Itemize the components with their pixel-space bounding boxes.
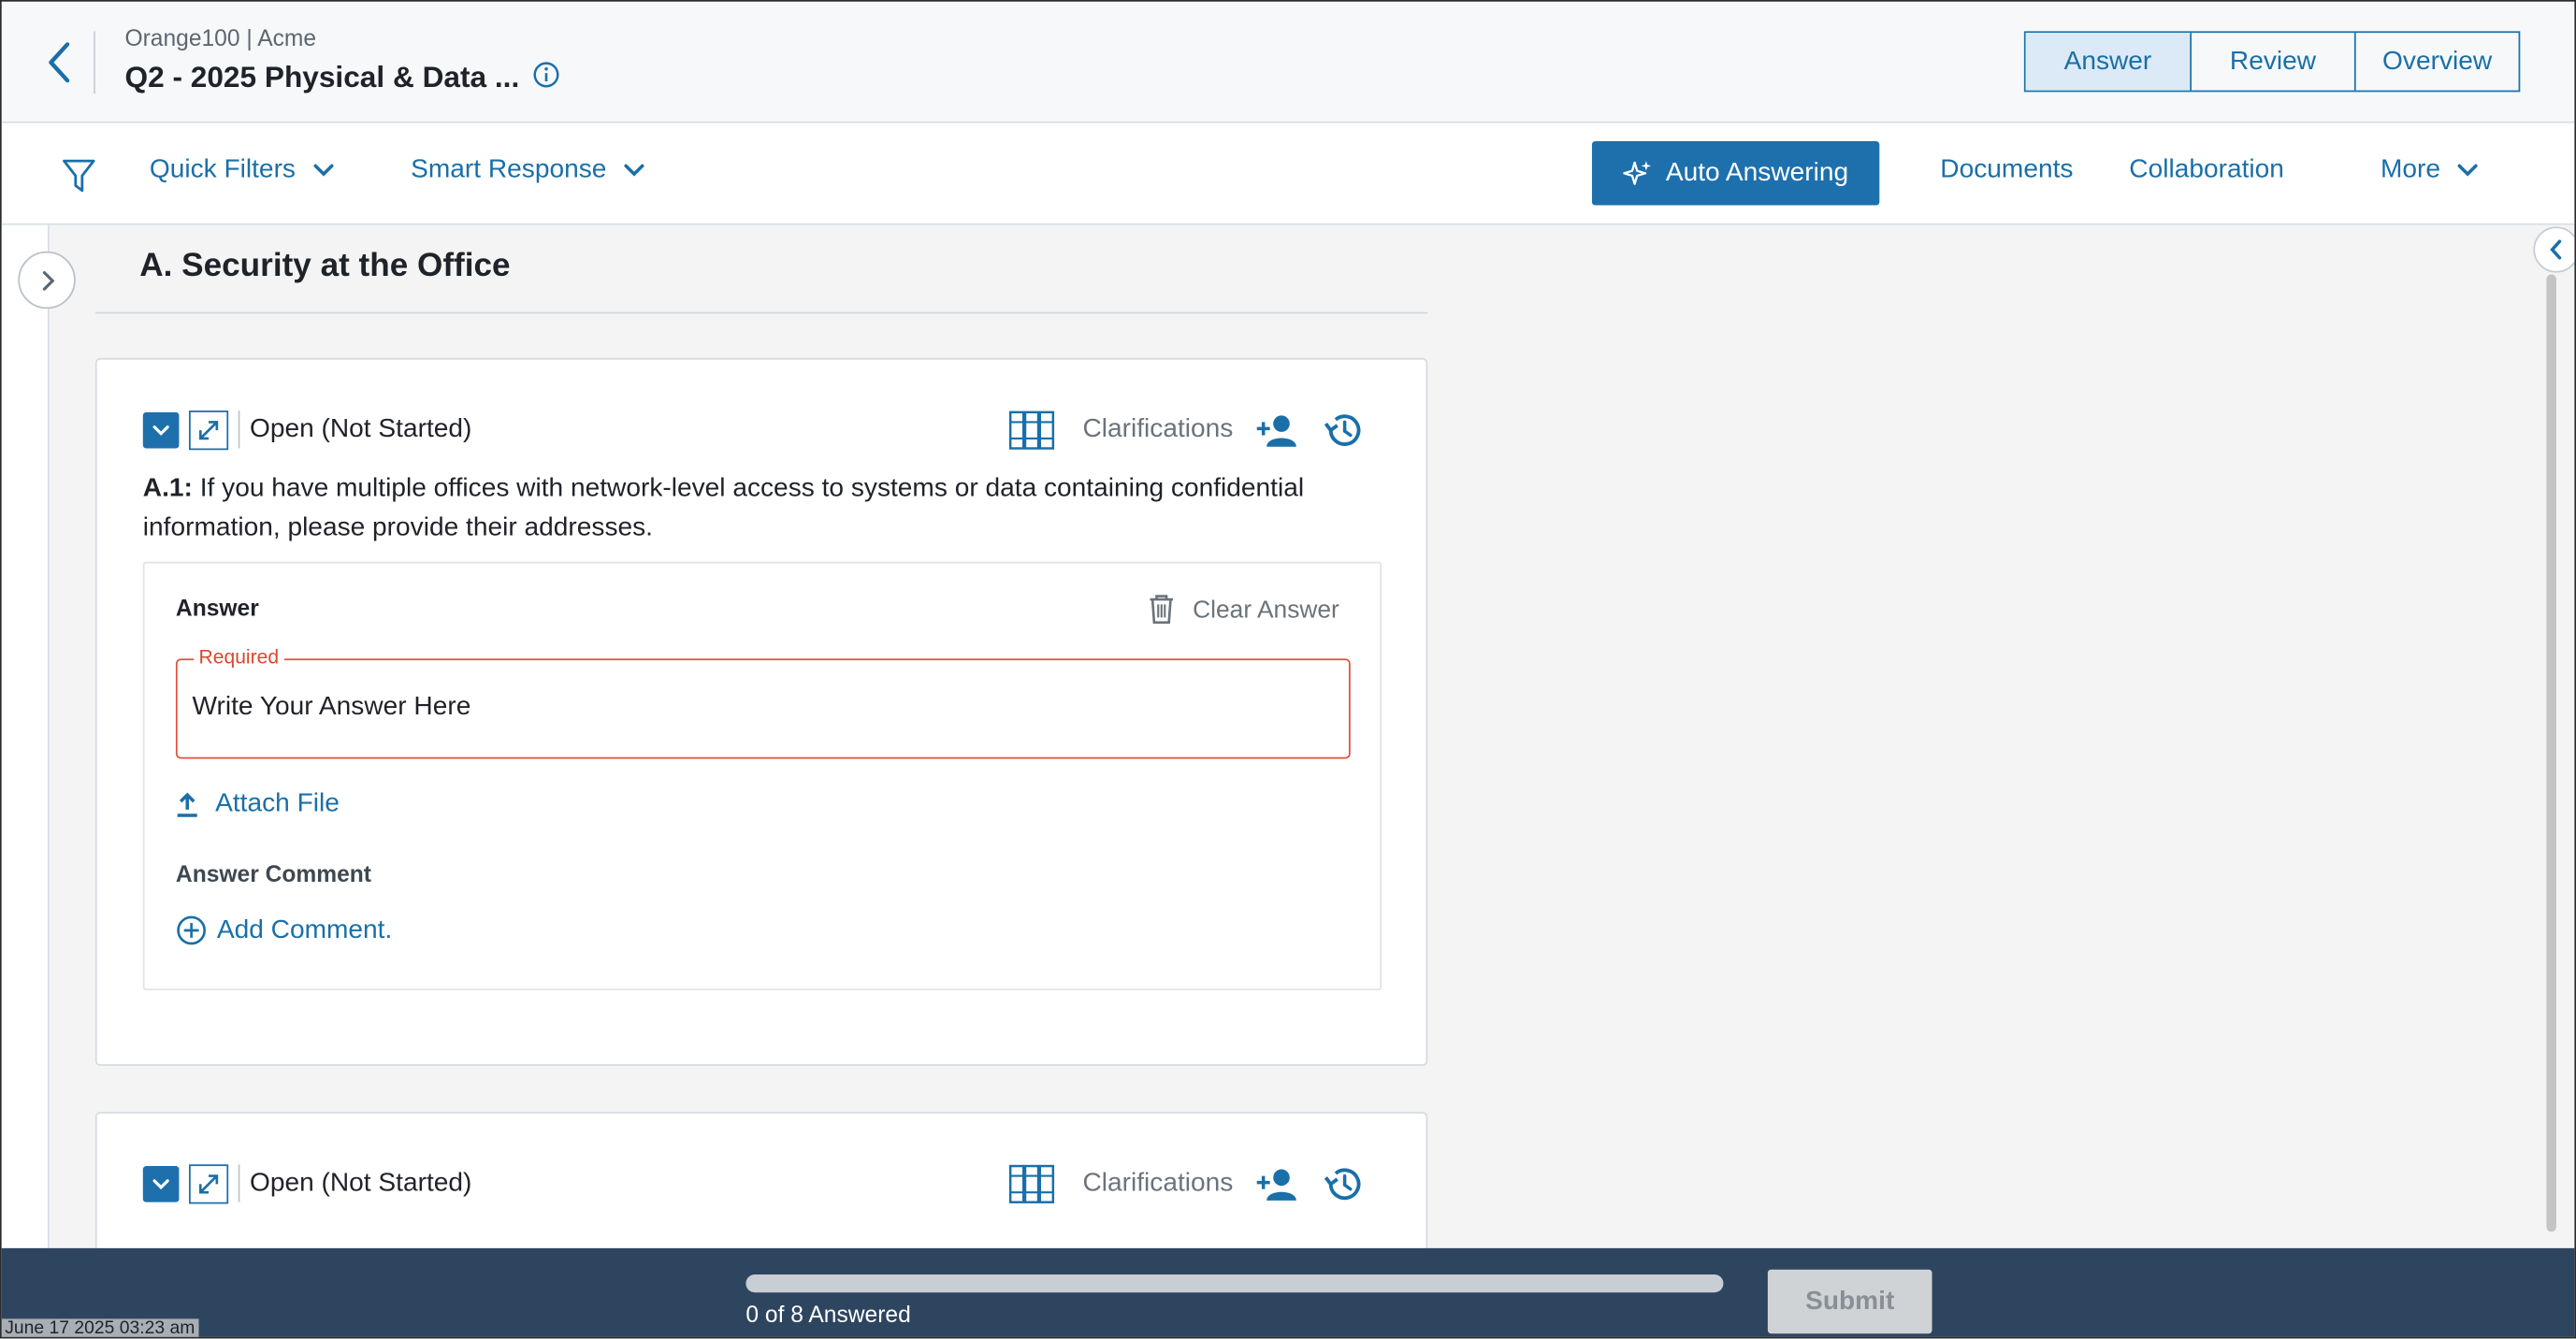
expand-diagonal-icon xyxy=(198,420,219,439)
filter-icon[interactable] xyxy=(61,156,97,195)
main-content: A. Security at the Office Open (Not Star… xyxy=(1,224,2575,1276)
header-divider xyxy=(94,31,95,94)
smart-response-dropdown[interactable]: Smart Response xyxy=(411,156,645,186)
clear-answer-label: Clear Answer xyxy=(1193,595,1339,624)
expand-button[interactable] xyxy=(188,1163,229,1203)
answer-panel: Answer Clear Answer Required Write Your … xyxy=(142,561,1382,991)
plus-circle-icon xyxy=(177,915,206,945)
page-header: Orange100 | Acme Q2 - 2025 Physical & Da… xyxy=(1,1,2575,123)
question-status: Open (Not Started) xyxy=(249,414,472,443)
question-tools: Clarifications xyxy=(1007,1159,1365,1209)
chevron-right-icon xyxy=(41,270,54,290)
answer-input[interactable]: Required Write Your Answer Here xyxy=(175,645,1351,759)
more-label: More xyxy=(2381,155,2441,184)
question-header: Open (Not Started) xyxy=(142,409,472,450)
chevron-down-icon xyxy=(624,164,644,177)
chevron-left-icon xyxy=(2550,239,2562,260)
upload-icon xyxy=(177,792,197,817)
required-label: Required xyxy=(194,645,284,669)
timestamp: June 17 2025 03:23 am xyxy=(1,1318,199,1337)
footer-bar: 0 of 8 Answered Submit xyxy=(1,1247,2575,1337)
chevron-down-icon xyxy=(152,425,169,436)
clarifications-link[interactable]: Clarifications xyxy=(1082,1170,1233,1200)
history-icon[interactable] xyxy=(1322,1163,1365,1206)
question-status: Open (Not Started) xyxy=(249,1168,472,1197)
quick-filters-label: Quick Filters xyxy=(149,155,296,184)
collapse-right-panel-button[interactable] xyxy=(2533,226,2575,273)
question-header: Open (Not Started) xyxy=(142,1163,472,1204)
attach-file-button[interactable]: Attach File xyxy=(176,790,340,820)
library-books-icon[interactable] xyxy=(1007,406,1057,455)
expand-button[interactable] xyxy=(188,410,229,450)
chevron-down-icon xyxy=(313,164,334,177)
more-dropdown[interactable]: More xyxy=(2381,156,2480,186)
view-tabs: Answer Review Overview xyxy=(2023,31,2521,93)
question-card: Open (Not Started) Clarifications A.1: I… xyxy=(94,357,1428,1066)
clarifications-link[interactable]: Clarifications xyxy=(1082,415,1233,445)
question-text: A.1: If you have multiple offices with n… xyxy=(143,469,1375,548)
submit-button[interactable]: Submit xyxy=(1767,1269,1932,1334)
progress-bar xyxy=(745,1274,1724,1293)
collapse-toggle[interactable] xyxy=(142,1165,180,1202)
expand-sidebar-button[interactable] xyxy=(18,251,76,310)
breadcrumb: Orange100 | Acme xyxy=(124,24,317,51)
question-number: A.1: xyxy=(142,474,193,503)
smart-response-label: Smart Response xyxy=(411,155,607,184)
progress-text: 0 of 8 Answered xyxy=(745,1301,911,1328)
chevron-down-icon xyxy=(2458,164,2479,177)
toolbar: Quick Filters Smart Response Auto Answer… xyxy=(1,122,2575,225)
expand-diagonal-icon xyxy=(198,1173,219,1193)
add-comment-label: Add Comment. xyxy=(216,915,393,944)
chevron-down-icon xyxy=(152,1178,169,1189)
answer-placeholder: Write Your Answer Here xyxy=(192,693,471,722)
auto-answering-button[interactable]: Auto Answering xyxy=(1591,141,1880,206)
add-comment-button[interactable]: Add Comment. xyxy=(176,914,392,945)
back-arrow-icon[interactable] xyxy=(37,37,80,87)
section-title: A. Security at the Office xyxy=(139,248,511,284)
left-rail xyxy=(1,224,50,1248)
documents-link[interactable]: Documents xyxy=(1940,156,2073,186)
page-title: Q2 - 2025 Physical & Data ... xyxy=(124,60,520,94)
attach-file-label: Attach File xyxy=(215,789,340,818)
collaboration-link[interactable]: Collaboration xyxy=(2129,156,2284,186)
separator xyxy=(238,1164,240,1202)
tab-answer[interactable]: Answer xyxy=(2025,33,2191,91)
section-divider xyxy=(94,311,1428,314)
collapse-toggle[interactable] xyxy=(142,410,180,448)
app-window: Orange100 | Acme Q2 - 2025 Physical & Da… xyxy=(0,0,2576,1339)
answer-comment-label: Answer Comment xyxy=(175,860,372,887)
history-icon[interactable] xyxy=(1322,409,1365,452)
question-tools: Clarifications xyxy=(1007,406,1365,455)
info-icon[interactable] xyxy=(532,61,560,89)
assign-user-icon[interactable] xyxy=(1255,412,1299,449)
tab-overview[interactable]: Overview xyxy=(2353,33,2519,91)
answer-label: Answer xyxy=(175,594,259,621)
sparkle-icon xyxy=(1623,160,1652,184)
tab-review[interactable]: Review xyxy=(2190,33,2354,91)
separator xyxy=(238,410,240,449)
clear-answer-button[interactable]: Clear Answer xyxy=(1147,593,1339,626)
quick-filters-dropdown[interactable]: Quick Filters xyxy=(150,156,335,186)
question-body: If you have multiple offices with networ… xyxy=(142,474,1305,542)
vertical-scrollbar[interactable] xyxy=(2546,274,2556,1232)
trash-icon xyxy=(1150,595,1174,624)
library-books-icon[interactable] xyxy=(1007,1159,1057,1209)
assign-user-icon[interactable] xyxy=(1255,1166,1299,1202)
auto-answering-label: Auto Answering xyxy=(1665,158,1849,187)
